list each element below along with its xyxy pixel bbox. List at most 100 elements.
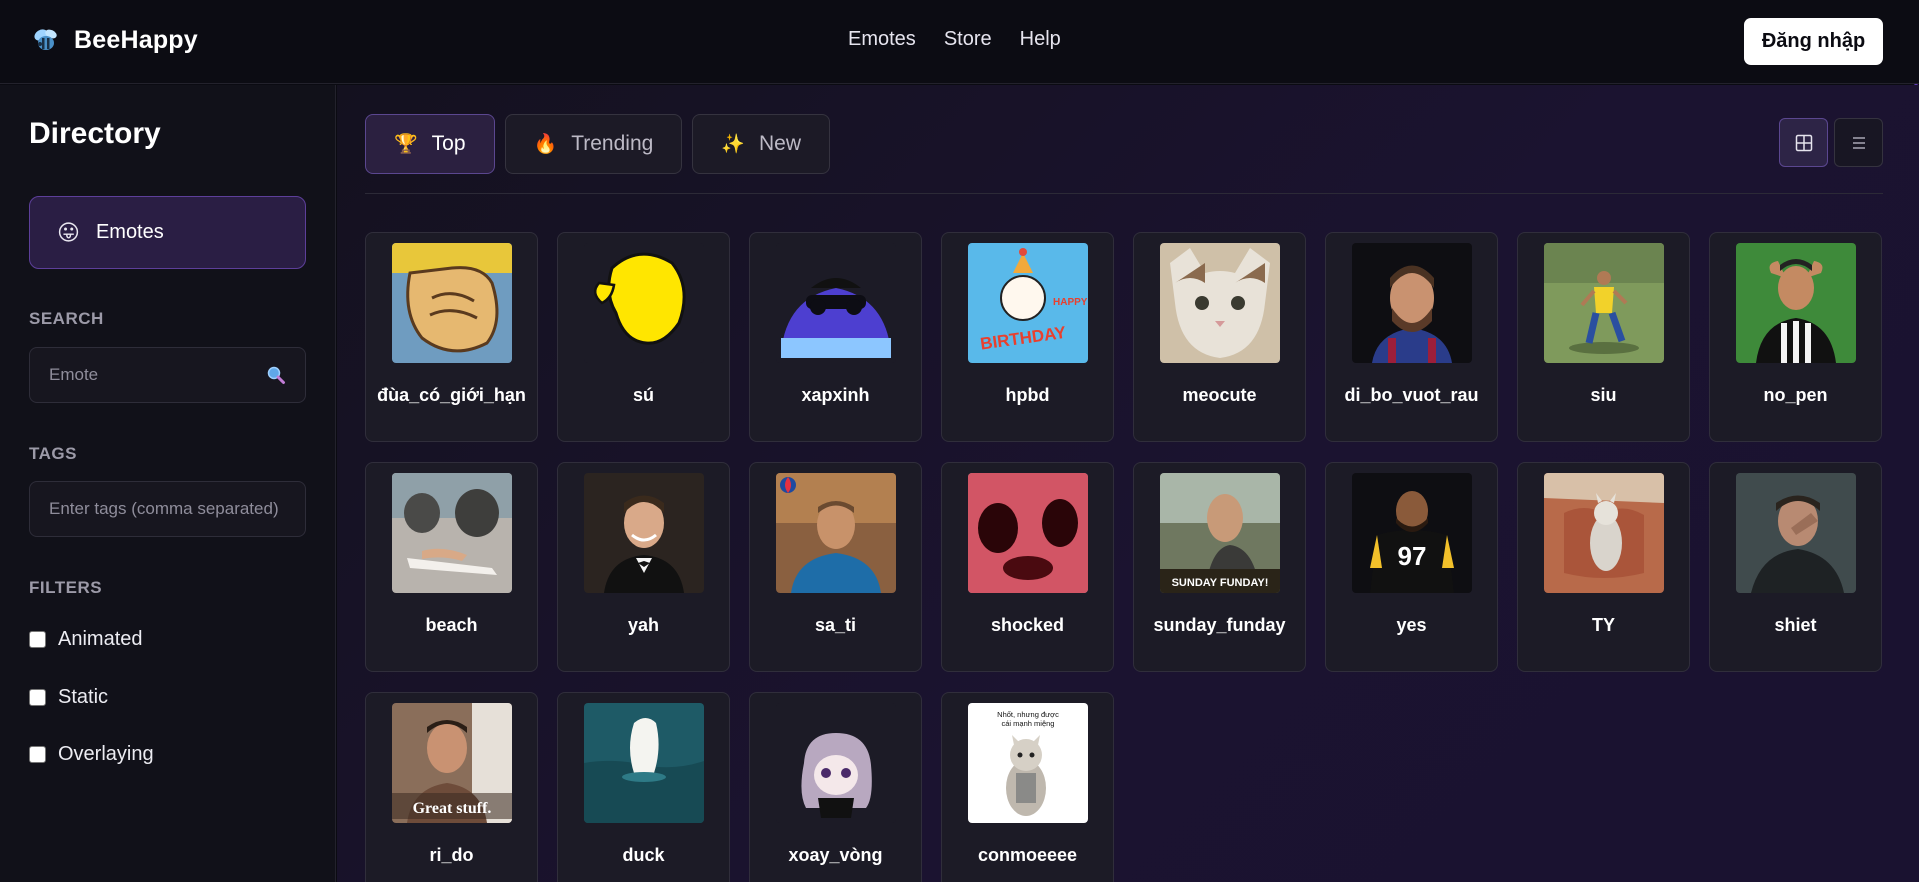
emote-name: di_bo_vuot_rau <box>1344 385 1479 405</box>
emote-name: siu <box>1590 385 1617 405</box>
emote-card[interactable]: sú <box>557 232 730 442</box>
conmoe-caption: Nhốt, nhưng được cái mạnh miệng <box>997 710 1059 728</box>
emote-image: SUNDAY FUNDAY! <box>1159 473 1280 593</box>
tab-new[interactable]: ✨ New <box>692 114 830 174</box>
emote-card[interactable]: sa_ti <box>749 462 922 672</box>
tags-input[interactable] <box>49 499 286 519</box>
emote-card[interactable]: xoay_vòng <box>749 692 922 882</box>
emote-image: Great stuff. <box>391 703 512 823</box>
sidebar-item-emotes[interactable]: 😛 Emotes <box>29 196 306 269</box>
emote-image <box>1735 473 1856 593</box>
emote-name: hpbd <box>1005 385 1050 405</box>
trophy-icon: 🏆 <box>394 134 418 155</box>
emote-image <box>1351 243 1472 363</box>
main-content: 🏆 Top 🔥 Trending ✨ New đùa_có_giới_hạn s… <box>337 85 1919 882</box>
tags-label: TAGS <box>29 444 77 463</box>
emote-card[interactable]: 97 yes <box>1325 462 1498 672</box>
search-field <box>29 347 306 403</box>
emote-name: conmoeeee <box>977 845 1078 865</box>
emote-name: beach <box>425 615 478 635</box>
emote-image <box>967 473 1088 593</box>
emote-image: HAPPY BIRTHDAY <box>967 243 1088 363</box>
bee-logo-icon <box>34 29 57 50</box>
tab-top[interactable]: 🏆 Top <box>365 114 495 174</box>
divider <box>365 193 1883 194</box>
sidebar-title: Directory <box>29 117 161 150</box>
hpbd-text-happy: HAPPY <box>1053 297 1088 308</box>
emote-card[interactable]: SUNDAY FUNDAY! sunday_funday <box>1133 462 1306 672</box>
emote-name: sú <box>632 385 654 405</box>
emote-card[interactable]: xapxinh <box>749 232 922 442</box>
search-input[interactable] <box>49 365 266 385</box>
emote-image <box>775 703 896 823</box>
emote-name: sa_ti <box>814 615 857 635</box>
tab-trending[interactable]: 🔥 Trending <box>504 114 683 174</box>
emote-image <box>1543 243 1664 363</box>
sidebar-item-label: Emotes <box>95 221 164 243</box>
tags-field <box>29 481 306 537</box>
emote-name: no_pen <box>1763 385 1828 405</box>
emote-image <box>1735 243 1856 363</box>
emote-card[interactable]: Nhốt, nhưng được cái mạnh miệng conmoeeee <box>941 692 1114 882</box>
sunday-caption: SUNDAY FUNDAY! <box>1171 577 1268 589</box>
brand[interactable]: BeeHappy <box>30 24 198 56</box>
emote-image <box>391 243 512 363</box>
emote-card[interactable]: meocute <box>1133 232 1306 442</box>
emote-card[interactable]: yah <box>557 462 730 672</box>
emote-card[interactable]: beach <box>365 462 538 672</box>
emoji-face-icon: 😛 <box>57 219 80 245</box>
tab-label: Top <box>431 132 466 155</box>
filters-label: FILTERS <box>29 578 103 597</box>
filter-static[interactable]: Static <box>29 686 108 709</box>
emote-name: duck <box>622 845 665 865</box>
fire-icon: 🔥 <box>533 134 558 155</box>
emote-image <box>1543 473 1664 593</box>
emote-card[interactable]: HAPPY BIRTHDAY hpbd <box>941 232 1114 442</box>
nav-emotes[interactable]: Emotes <box>848 28 916 51</box>
tab-label: Trending <box>571 132 654 155</box>
emote-name: xapxinh <box>801 385 870 405</box>
list-icon <box>1852 136 1865 149</box>
emote-image <box>583 703 704 823</box>
emote-name: sunday_funday <box>1153 615 1286 635</box>
emote-card[interactable]: no_pen <box>1709 232 1882 442</box>
main-nav: Emotes Store Help <box>848 28 1061 51</box>
emote-name: yah <box>627 615 660 635</box>
emote-card[interactable]: shocked <box>941 462 1114 672</box>
nav-store[interactable]: Store <box>944 28 992 51</box>
emote-card[interactable]: di_bo_vuot_rau <box>1325 232 1498 442</box>
nav-help[interactable]: Help <box>1020 28 1061 51</box>
filter-label: Overlaying <box>58 743 154 765</box>
filter-label: Animated <box>58 628 143 650</box>
emote-name: đùa_có_giới_hạn <box>377 385 526 405</box>
grid-icon <box>1795 134 1812 151</box>
static-checkbox[interactable] <box>29 689 46 706</box>
emote-card[interactable]: siu <box>1517 232 1690 442</box>
emote-name: xoay_vòng <box>788 845 883 865</box>
tab-label: New <box>758 132 801 155</box>
filter-animated[interactable]: Animated <box>29 628 143 651</box>
emote-image <box>775 473 896 593</box>
brand-name: BeeHappy <box>74 25 198 54</box>
emote-card[interactable]: đùa_có_giới_hạn <box>365 232 538 442</box>
filter-overlaying[interactable]: Overlaying <box>29 743 154 766</box>
emote-name: shiet <box>1774 615 1817 635</box>
jersey-number: 97 <box>1397 541 1426 571</box>
emote-name: yes <box>1396 615 1427 635</box>
emote-image <box>1159 243 1280 363</box>
grid-view-button[interactable] <box>1779 118 1828 167</box>
emote-card[interactable]: Great stuff. ri_do <box>365 692 538 882</box>
emote-name: meocute <box>1182 385 1257 405</box>
emote-image <box>583 243 704 363</box>
list-view-button[interactable] <box>1834 118 1883 167</box>
overlaying-checkbox[interactable] <box>29 746 46 763</box>
emote-card[interactable]: TY <box>1517 462 1690 672</box>
login-button[interactable]: Đăng nhập <box>1744 18 1883 65</box>
search-icon[interactable] <box>266 365 286 385</box>
sparkles-icon: ✨ <box>721 134 745 155</box>
emote-card[interactable]: duck <box>557 692 730 882</box>
emote-card[interactable]: shiet <box>1709 462 1882 672</box>
animated-checkbox[interactable] <box>29 631 46 648</box>
emote-name: ri_do <box>429 845 474 865</box>
emote-name: TY <box>1591 615 1615 635</box>
